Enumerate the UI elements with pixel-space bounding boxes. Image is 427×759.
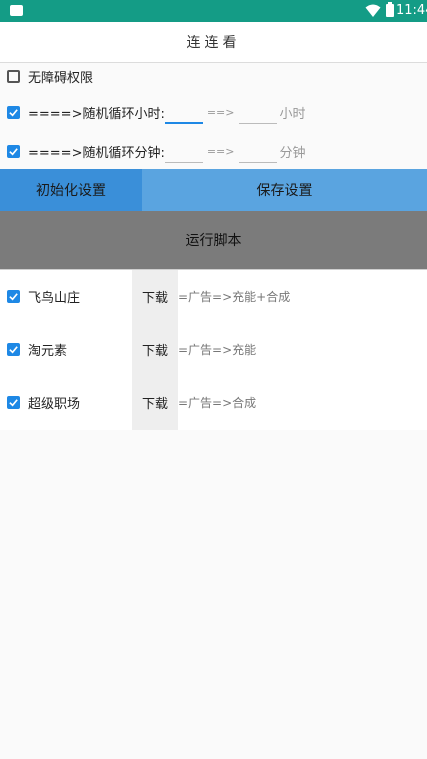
save-settings-button[interactable]: 保存设置 [142, 169, 427, 211]
check-icon [9, 346, 18, 354]
run-script-button[interactable]: 运行脚本 [0, 211, 427, 270]
accessibility-label: 无障碍权限 [28, 70, 94, 86]
accessibility-row[interactable]: 无障碍权限 [0, 66, 427, 86]
init-settings-button[interactable]: 初始化设置 [0, 169, 142, 211]
app-description: =广告=>充能 [178, 343, 257, 357]
app-name: 飞鸟山庄 [28, 291, 81, 306]
loop-minute-unit: 分钟 [279, 145, 306, 161]
wifi-icon [365, 4, 381, 17]
app-description: =广告=>充能+合成 [178, 290, 291, 304]
check-icon [9, 147, 18, 155]
app-row-feiniao: 飞鸟山庄 下载 =广告=>充能+合成 [0, 270, 427, 323]
loop-minute-row: ====>随机循环分钟: ==> 分钟 [0, 138, 427, 164]
status-bar: 11:44 [0, 0, 427, 22]
loop-minute-arrow: ==> [206, 144, 235, 158]
app-name: 淘元素 [28, 344, 68, 359]
app-checkbox[interactable] [7, 396, 20, 409]
app-row-taoyuansu: 淘元素 下载 =广告=>充能 [0, 323, 427, 376]
loop-hour-checkbox[interactable] [7, 105, 20, 119]
loop-minute-min-input[interactable] [164, 140, 203, 163]
download-button[interactable]: 下载 [132, 393, 178, 412]
page-title: 连连看 [0, 22, 427, 63]
loop-minute-max-input[interactable] [238, 140, 277, 163]
loop-hour-min-input[interactable] [164, 100, 203, 124]
loop-hour-unit: 小时 [279, 106, 306, 122]
check-icon [9, 293, 18, 301]
loop-hour-arrow: ==> [206, 105, 235, 119]
loop-hour-label: ====>随机循环小时: [28, 106, 165, 122]
app-row-chaojizhichang: 超级职场 下载 =广告=>合成 [0, 376, 427, 429]
download-button[interactable]: 下载 [132, 340, 178, 359]
app-description: =广告=>合成 [178, 396, 257, 410]
loop-hour-max-input[interactable] [238, 101, 277, 124]
loop-minute-checkbox[interactable] [7, 144, 20, 158]
status-time: 11:44 [396, 3, 427, 18]
app-checkbox[interactable] [7, 343, 20, 356]
check-icon [9, 108, 18, 116]
loop-minute-label: ====>随机循环分钟: [28, 145, 165, 161]
app-name: 超级职场 [28, 397, 81, 412]
app-checkbox[interactable] [7, 290, 20, 303]
download-button[interactable]: 下载 [132, 287, 178, 306]
loop-hour-row: ====>随机循环小时: ==> 小时 [0, 99, 427, 125]
sim-card-icon [10, 5, 23, 16]
accessibility-checkbox[interactable] [7, 69, 20, 83]
check-icon [9, 399, 18, 407]
battery-icon [386, 2, 394, 17]
